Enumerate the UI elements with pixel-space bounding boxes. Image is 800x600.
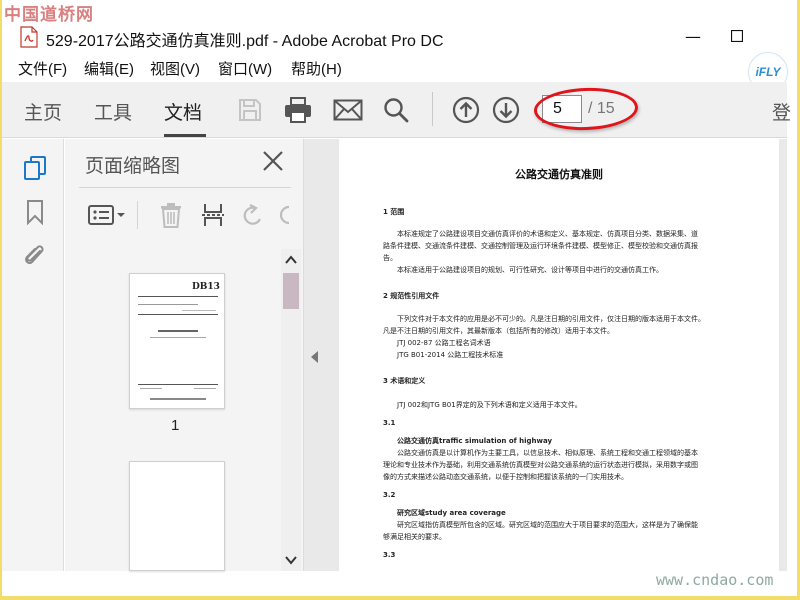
bookmarks-button[interactable] <box>22 199 48 225</box>
rotate-clockwise-button[interactable] <box>277 201 291 229</box>
active-tab-indicator <box>164 134 206 137</box>
document-line: 3.1 <box>383 419 396 427</box>
paperclip-icon <box>25 245 44 265</box>
save-button[interactable] <box>234 94 266 126</box>
watermark-bottom: www.cndao.com <box>656 571 774 589</box>
document-line: 公路交通仿真是以计算机作为主要工具，以信息技术、相似原理、系统工程和交通工程领域… <box>397 449 698 457</box>
pdf-file-icon <box>20 26 38 48</box>
rotate-page-button[interactable] <box>239 201 267 229</box>
document-line: 理论和专业技术作为基础，利用交通系统仿真模型对公路交通系统的运行状态进行模拟，采… <box>383 461 698 469</box>
close-icon[interactable] <box>261 149 285 173</box>
document-line: 3.3 <box>383 551 396 559</box>
panel-title: 页面缩略图 <box>85 155 181 177</box>
page-thumbnails-icon <box>24 156 46 180</box>
panel-collapse-handle[interactable] <box>303 139 325 571</box>
bookmark-icon <box>27 200 43 225</box>
menu-view[interactable]: 视图(V) <box>150 58 200 79</box>
menu-help[interactable]: 帮助(H) <box>291 58 342 79</box>
trash-icon <box>161 203 181 228</box>
title-bar: 529-2017公路交通仿真准则.pdf - Adobe Acrobat Pro… <box>2 22 797 52</box>
thumbnail-options-button[interactable] <box>87 201 127 229</box>
window-frame-bottom <box>0 596 800 600</box>
rotate-icon <box>243 204 261 225</box>
document-line: 告。 <box>383 254 397 262</box>
email-button[interactable] <box>332 94 364 126</box>
document-line: 研究区域study area coverage <box>397 509 506 517</box>
minimize-button[interactable]: — <box>678 22 708 50</box>
document-line: 本标准适用于公路建设项目的规划、可行性研究、设计等项目中进行的交通仿真工作。 <box>397 266 663 274</box>
document-page: 公路交通仿真准则 1 范围本标准规定了公路建设项目交通仿真评价的术语和定义、基本… <box>339 139 779 571</box>
search-icon <box>384 98 409 123</box>
document-line: 1 范围 <box>383 208 405 216</box>
document-line: 公路交通仿真traffic simulation of highway <box>397 437 553 445</box>
thumbnail-page-label: 1 <box>171 417 180 434</box>
document-line: 研究区域指仿真模型所包含的区域。研究区域的范围应大于项目要求的范围大，这样是为了… <box>397 521 698 529</box>
document-line: JTJ 002和JTG B01界定的及下列术语和定义适用于本文件。 <box>397 401 582 409</box>
main-toolbar: 主页 工具 文档 5 / 15 登 <box>2 82 791 138</box>
attachments-button[interactable] <box>22 243 48 269</box>
document-line: 像的方式来描述公路动态交通系统，以便于控制和把握该系统的一门实用技术。 <box>383 473 628 481</box>
options-menu-icon <box>88 205 125 225</box>
page-thumbnail-2[interactable] <box>129 461 225 571</box>
tab-document[interactable]: 文档 <box>164 98 202 125</box>
page-thumbnails-panel: 页面缩略图 DB13 1 <box>65 139 303 571</box>
extract-pages-icon <box>202 204 224 226</box>
panel-tool-separator <box>137 201 138 229</box>
document-line: 本标准规定了公路建设项目交通仿真评价的术语和定义、基本规定、仿真项目分类、数据采… <box>397 230 698 238</box>
tab-tools[interactable]: 工具 <box>94 98 132 125</box>
document-line: JTG B01-2014 公路工程技术标准 <box>397 351 504 359</box>
document-line: JTJ 002-87 公路工程名词术语 <box>397 339 491 347</box>
document-line: 3 术语和定义 <box>383 377 426 385</box>
minimize-icon: — <box>685 26 701 46</box>
scroll-up-icon[interactable] <box>284 253 298 267</box>
extract-page-button[interactable] <box>199 201 227 229</box>
document-line: 够满足相关的要求。 <box>383 533 446 541</box>
left-navigation-rail <box>2 139 64 571</box>
previous-page-button[interactable] <box>450 94 482 126</box>
sign-in-link[interactable]: 登 <box>772 98 791 125</box>
tab-home[interactable]: 主页 <box>24 98 62 125</box>
panel-divider <box>79 187 291 188</box>
document-line: 2 规范性引用文件 <box>383 292 440 300</box>
document-line: 路条件建模、交通流条件建模、交通控制管理及运行环境条件建模、模型修正、模型校验和… <box>383 242 698 250</box>
toolbar-separator <box>432 92 433 126</box>
document-title: 公路交通仿真准则 <box>515 168 603 181</box>
highlight-annotation-ellipse <box>533 86 639 132</box>
print-button[interactable] <box>282 94 314 126</box>
menu-bar: 文件(F) 编辑(E) 视图(V) 窗口(W) 帮助(H) <box>2 56 797 80</box>
scroll-down-icon[interactable] <box>284 553 298 567</box>
arrow-down-circle-icon <box>492 96 520 124</box>
thumbnail-scrollbar[interactable] <box>281 249 301 571</box>
maximize-button[interactable] <box>722 22 752 50</box>
scrollbar-thumb[interactable] <box>283 273 299 309</box>
page-thumbnail-1[interactable]: DB13 <box>129 273 225 409</box>
document-line: 下列文件对于本文件的应用是必不可少的。凡是注日期的引用文件，仅注日期的版本适用于… <box>397 315 705 323</box>
document-view[interactable]: 公路交通仿真准则 1 范围本标准规定了公路建设项目交通仿真评价的术语和定义、基本… <box>325 139 787 571</box>
menu-file[interactable]: 文件(F) <box>18 58 67 79</box>
document-line: 凡是不注日期的引用文件，其最新版本（包括所有的修改）适用于本文件。 <box>383 327 614 335</box>
arrow-up-circle-icon <box>452 96 480 124</box>
window-title: 529-2017公路交通仿真准则.pdf - Adobe Acrobat Pro… <box>46 33 444 50</box>
delete-page-button[interactable] <box>157 201 185 229</box>
thumbnail-header-text: DB13 <box>192 282 220 292</box>
rotate-clockwise-icon <box>279 205 290 225</box>
document-line: 3.2 <box>383 491 396 499</box>
next-page-button[interactable] <box>490 94 522 126</box>
collapse-arrow-icon <box>311 351 318 363</box>
menu-edit[interactable]: 编辑(E) <box>84 58 134 79</box>
save-icon <box>239 99 261 121</box>
search-button[interactable] <box>380 94 412 126</box>
page-thumbnails-button[interactable] <box>22 155 48 181</box>
envelope-icon <box>333 99 363 121</box>
menu-window[interactable]: 窗口(W) <box>218 58 272 79</box>
maximize-icon <box>731 30 743 42</box>
print-icon <box>285 97 311 123</box>
